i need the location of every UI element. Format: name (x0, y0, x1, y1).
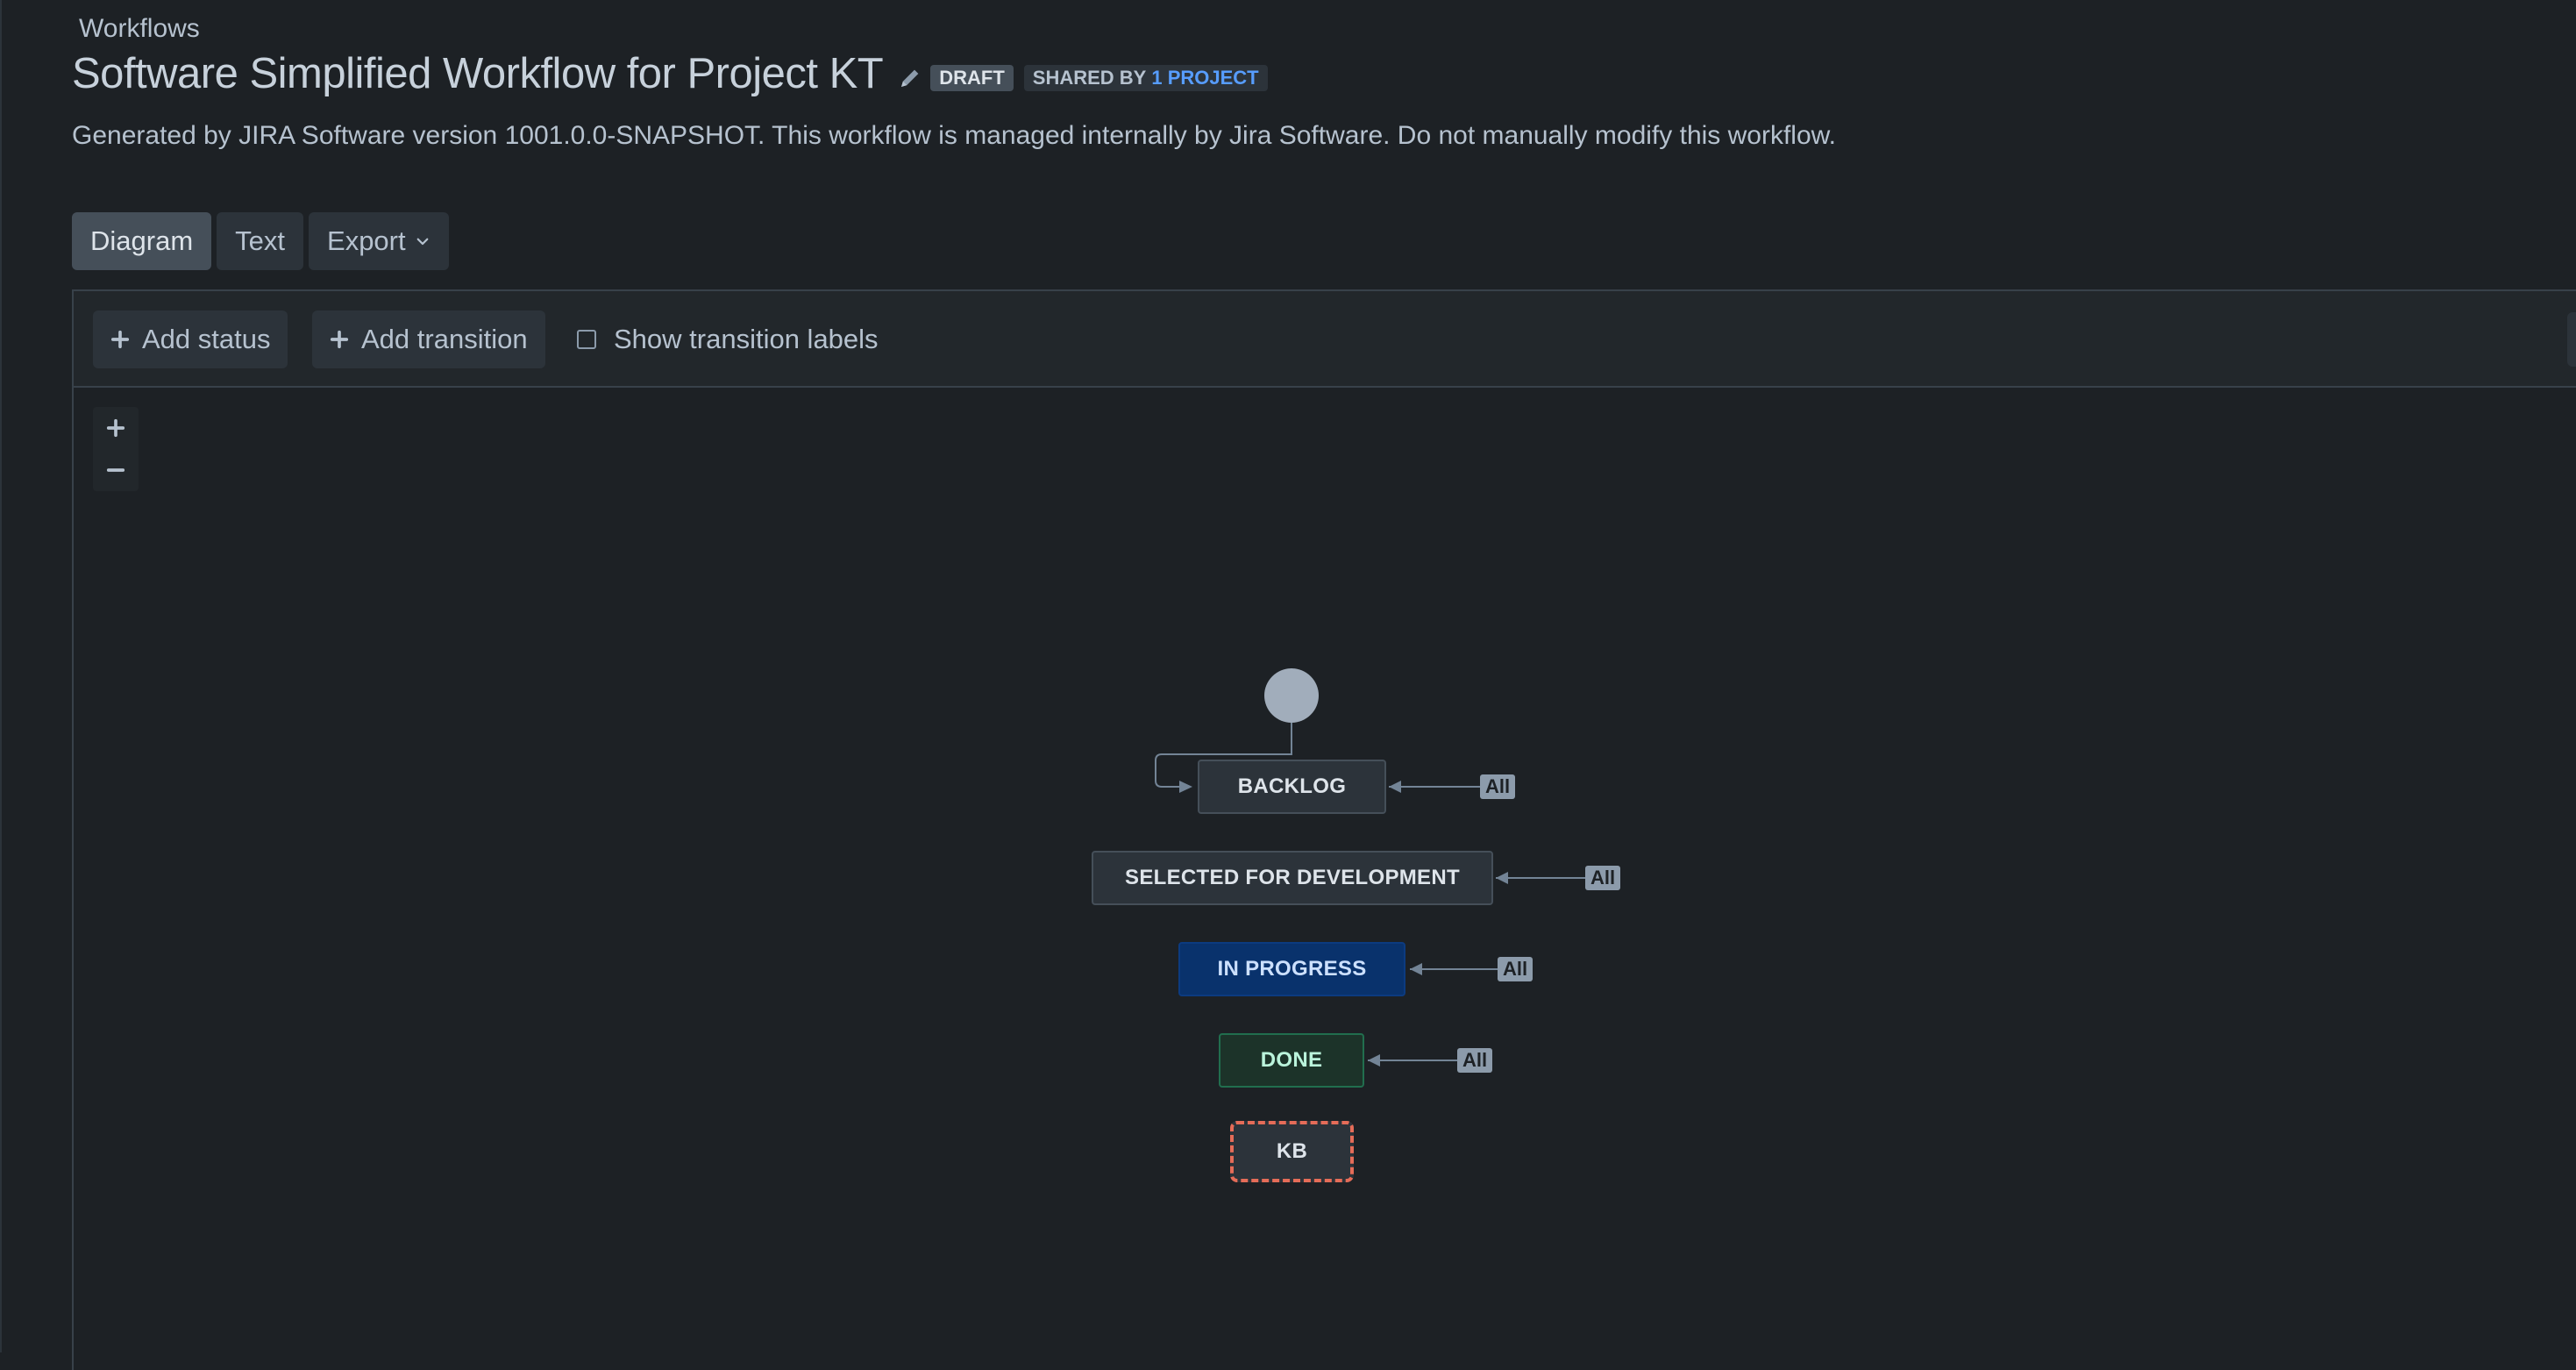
status-selected-for-development[interactable]: SELECTED FOR DEVELOPMENT (1092, 851, 1493, 905)
all-transition-badge-in-progress[interactable]: All (1498, 957, 1534, 981)
global-transition-arrow-done (1368, 1054, 1380, 1067)
status-backlog[interactable]: BACKLOG (1198, 760, 1386, 814)
status-in-progress[interactable]: IN PROGRESS (1178, 942, 1405, 996)
workflow-diagram: BACKLOG All SELECTED FOR DEVELOPMENT All… (0, 0, 2576, 1352)
status-kb[interactable]: KB (1230, 1121, 1354, 1182)
all-transition-badge-selected[interactable]: All (1585, 866, 1621, 890)
global-transition-arrow-backlog (1389, 781, 1401, 793)
initial-transition-arrow (1179, 781, 1192, 793)
global-transition-arrow-selected (1496, 872, 1508, 884)
all-transition-badge-backlog[interactable]: All (1480, 774, 1516, 799)
global-transition-arrow-in-progress (1410, 963, 1422, 975)
status-done[interactable]: DONE (1219, 1033, 1364, 1088)
initial-status-node[interactable] (1264, 668, 1319, 723)
all-transition-badge-done[interactable]: All (1457, 1048, 1493, 1073)
